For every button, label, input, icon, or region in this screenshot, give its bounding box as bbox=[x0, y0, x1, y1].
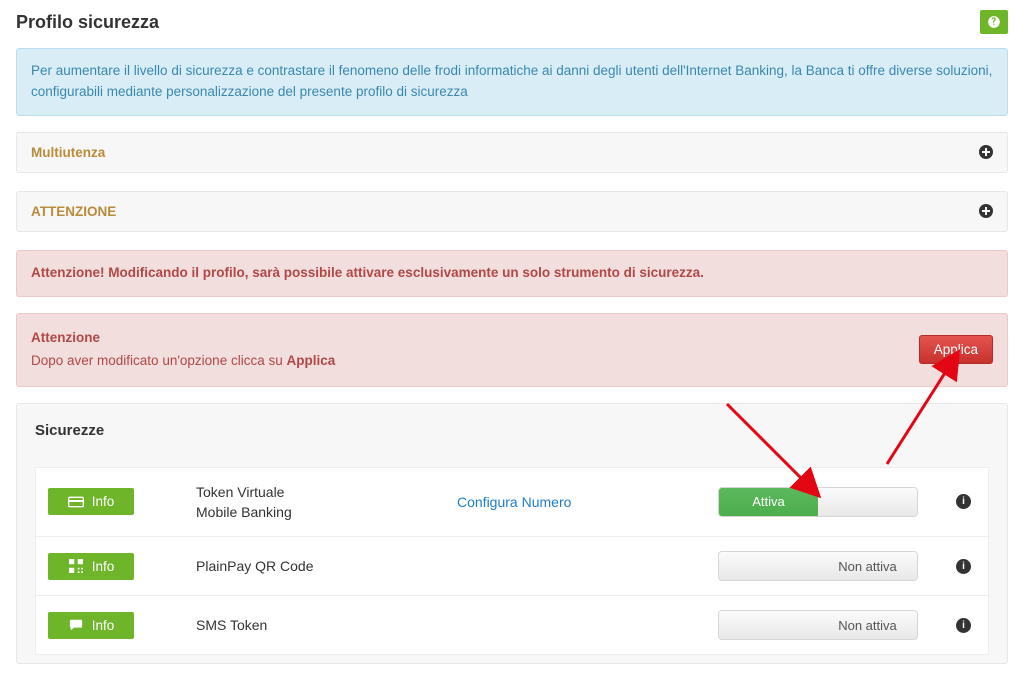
info-button[interactable]: Info bbox=[48, 488, 134, 515]
panel-attenzione-title: ATTENZIONE bbox=[31, 204, 116, 219]
warning-single-instrument: Attenzione! Modificando il profilo, sarà… bbox=[16, 250, 1008, 297]
help-button[interactable] bbox=[980, 10, 1008, 34]
info-button-label: Info bbox=[92, 494, 115, 509]
configure-number-link[interactable]: Configura Numero bbox=[457, 494, 571, 510]
apply-alert-title: Attenzione bbox=[31, 328, 335, 349]
info-icon[interactable]: i bbox=[956, 494, 971, 509]
panel-multiutenza[interactable]: Multiutenza bbox=[16, 132, 1008, 173]
info-button[interactable]: Info bbox=[48, 612, 134, 639]
apply-alert: Attenzione Dopo aver modificato un'opzio… bbox=[16, 313, 1008, 387]
info-icon[interactable]: i bbox=[956, 618, 971, 633]
page-title: Profilo sicurezza bbox=[16, 12, 159, 33]
apply-button[interactable]: Applica bbox=[919, 335, 993, 364]
apply-alert-text-prefix: Dopo aver modificato un'opzione clicca s… bbox=[31, 353, 286, 368]
toggle-on-label bbox=[719, 552, 818, 580]
expand-icon bbox=[979, 204, 993, 218]
apply-alert-text-bold: Applica bbox=[286, 353, 335, 368]
info-icon[interactable]: i bbox=[956, 559, 971, 574]
security-row-sms-token: Info SMS Token Non attiva i bbox=[36, 596, 988, 654]
toggle-on-label bbox=[719, 611, 818, 639]
expand-icon bbox=[979, 145, 993, 159]
info-button[interactable]: Info bbox=[48, 553, 134, 580]
toggle-off-label: Non attiva bbox=[818, 611, 917, 639]
security-list: Info Token Virtuale Mobile Banking Confi… bbox=[35, 467, 989, 656]
info-button-label: Info bbox=[92, 618, 115, 633]
toggle-off-label: Non attiva bbox=[818, 552, 917, 580]
toggle-on-label: Attiva bbox=[719, 488, 818, 516]
sicurezze-section: Sicurezze Info Token Virtuale Mobile Ban… bbox=[16, 403, 1008, 665]
qr-icon bbox=[68, 559, 84, 573]
sms-icon bbox=[68, 618, 84, 632]
sicurezze-heading: Sicurezze bbox=[35, 422, 989, 439]
security-label: PlainPay QR Code bbox=[196, 556, 449, 576]
card-icon bbox=[68, 495, 84, 509]
help-icon bbox=[987, 15, 1001, 29]
toggle-sms-token[interactable]: Non attiva bbox=[718, 610, 918, 640]
toggle-plainpay[interactable]: Non attiva bbox=[718, 551, 918, 581]
panel-multiutenza-title: Multiutenza bbox=[31, 145, 105, 160]
panel-attenzione[interactable]: ATTENZIONE bbox=[16, 191, 1008, 232]
apply-alert-text: Dopo aver modificato un'opzione clicca s… bbox=[31, 351, 335, 372]
security-label: SMS Token bbox=[196, 615, 449, 635]
toggle-off-label bbox=[818, 488, 917, 516]
info-alert: Per aumentare il livello di sicurezza e … bbox=[16, 48, 1008, 116]
security-row-token-virtuale: Info Token Virtuale Mobile Banking Confi… bbox=[36, 468, 988, 538]
security-row-plainpay: Info PlainPay QR Code Non attiva i bbox=[36, 537, 988, 596]
security-label: Token Virtuale Mobile Banking bbox=[196, 482, 449, 523]
info-button-label: Info bbox=[92, 559, 115, 574]
toggle-token-virtuale[interactable]: Attiva bbox=[718, 487, 918, 517]
